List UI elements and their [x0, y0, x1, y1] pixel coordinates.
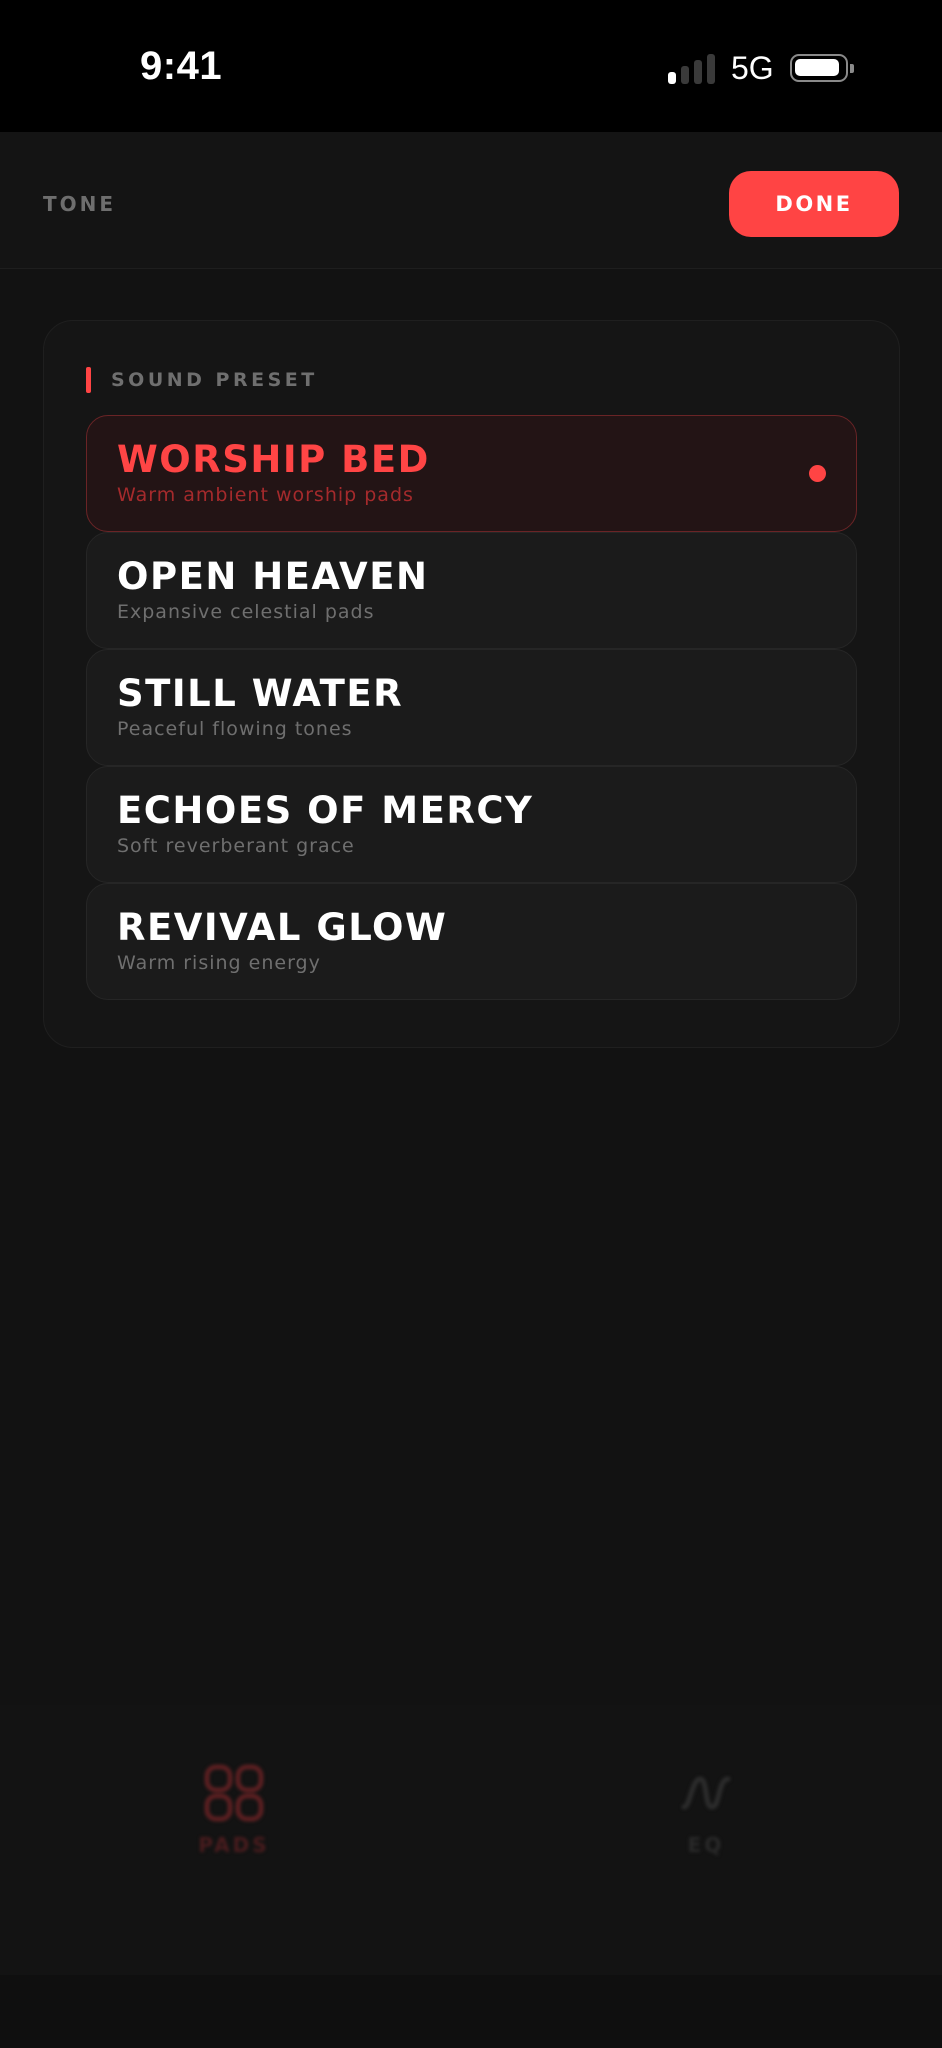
preset-description: Expansive celestial pads	[117, 601, 375, 623]
preset-item-open-heaven[interactable]: OPEN HEAVEN Expansive celestial pads	[86, 532, 857, 649]
preset-name: REVIVAL GLOW	[117, 906, 448, 949]
nav-label: PADS	[198, 1833, 270, 1857]
nav-label: EQ	[687, 1833, 725, 1857]
home-indicator-area	[0, 1975, 942, 2048]
preset-name: OPEN HEAVEN	[117, 555, 429, 598]
eq-wave-icon	[671, 1763, 741, 1823]
battery-icon	[790, 54, 854, 82]
section-header: SOUND PRESET	[86, 367, 318, 393]
signal-strength-icon	[668, 54, 716, 84]
preset-description: Warm rising energy	[117, 952, 321, 974]
section-title: SOUND PRESET	[111, 369, 318, 391]
preset-name: ECHOES OF MERCY	[117, 789, 534, 832]
selected-indicator-icon	[809, 465, 826, 482]
preset-description: Peaceful flowing tones	[117, 718, 353, 740]
preset-list: WORSHIP BED Warm ambient worship pads OP…	[86, 415, 857, 1000]
preset-name: WORSHIP BED	[117, 438, 430, 481]
preset-item-worship-bed[interactable]: WORSHIP BED Warm ambient worship pads	[86, 415, 857, 532]
status-time: 9:41	[140, 44, 223, 88]
section-accent-bar	[86, 367, 91, 393]
page-title: TONE	[43, 192, 117, 216]
header: TONE DONE	[0, 132, 942, 269]
preset-item-revival-glow[interactable]: REVIVAL GLOW Warm rising energy	[86, 883, 857, 1000]
preset-description: Warm ambient worship pads	[117, 484, 414, 506]
nav-tab-pads[interactable]: PADS	[134, 1763, 334, 1873]
bottom-nav: PADS EQ	[0, 1705, 942, 1975]
pads-grid-icon	[199, 1763, 269, 1823]
status-bar: 9:41 5G	[0, 0, 942, 132]
tone-screen: 9:41 5G TONE DONE SOUND PRESET WORSHIP B…	[0, 0, 942, 2048]
network-type: 5G	[731, 50, 774, 86]
preset-name: STILL WATER	[117, 672, 404, 715]
sound-preset-card: SOUND PRESET WORSHIP BED Warm ambient wo…	[43, 320, 900, 1048]
nav-tab-eq[interactable]: EQ	[606, 1763, 806, 1873]
preset-item-still-water[interactable]: STILL WATER Peaceful flowing tones	[86, 649, 857, 766]
done-button[interactable]: DONE	[729, 171, 899, 237]
preset-item-echoes-of-mercy[interactable]: ECHOES OF MERCY Soft reverberant grace	[86, 766, 857, 883]
preset-description: Soft reverberant grace	[117, 835, 355, 857]
